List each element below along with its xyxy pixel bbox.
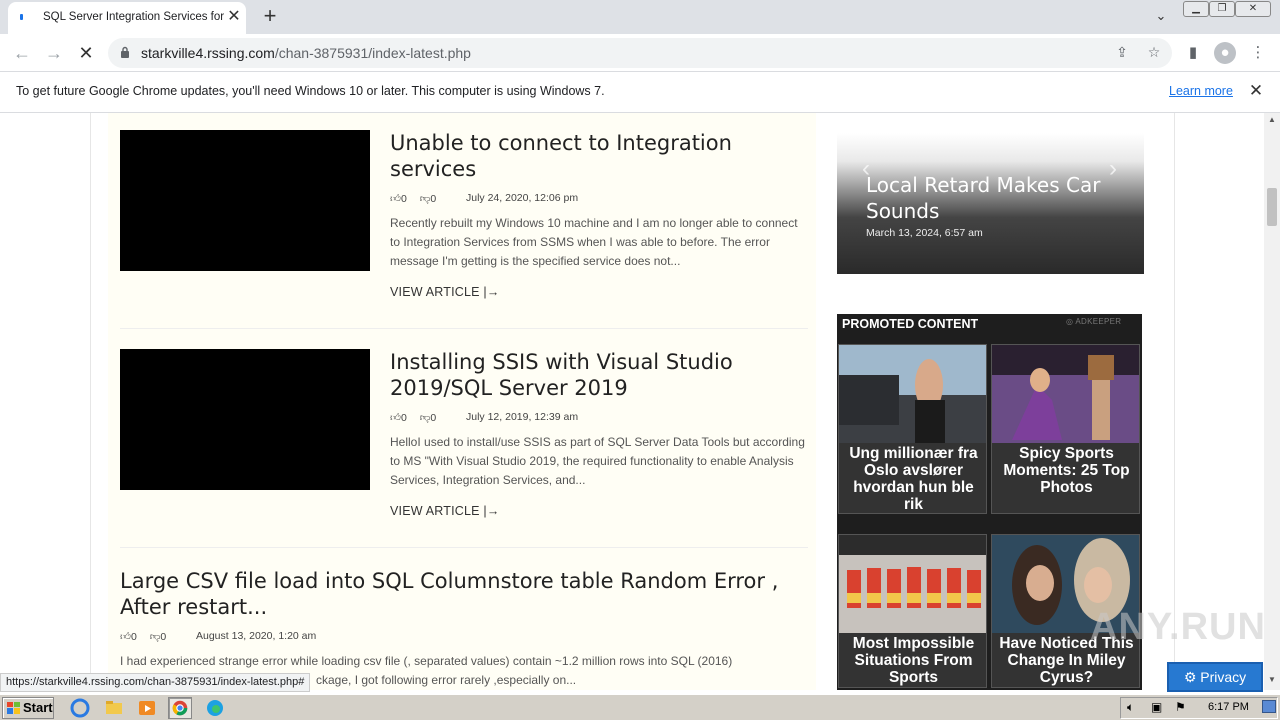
chrome-icon[interactable] <box>168 697 192 719</box>
view-article-link[interactable]: VIEW ARTICLE |→ <box>390 504 500 518</box>
stop-loading-icon[interactable]: ✕ <box>74 41 98 65</box>
minimize-button[interactable]: ▁ <box>1183 1 1209 17</box>
promo-card[interactable]: Most Impossible Situations From Sports <box>838 534 987 688</box>
adkeeper-logo[interactable]: ◎ ADKEEPER <box>1066 317 1121 326</box>
network-icon[interactable]: ▣ <box>1151 700 1162 714</box>
tab-strip: SQL Server Integration Services for ✕ + … <box>0 0 1280 34</box>
promo-card-image <box>839 345 986 443</box>
article-title[interactable]: Large CSV file load into SQL Columnstore… <box>120 568 800 620</box>
page-scrollbar[interactable]: ▲ ▼ <box>1264 113 1280 690</box>
forward-icon[interactable]: → <box>42 41 66 65</box>
url-text[interactable]: starkville4.rssing.com/chan-3875931/inde… <box>141 45 471 61</box>
file-explorer-icon[interactable] <box>102 697 126 719</box>
windows-logo-icon <box>7 702 20 714</box>
show-desktop-icon[interactable] <box>1262 700 1276 713</box>
windows-taskbar: Start 🔈︎ ▣ ⚑ 6:17 PM <box>0 694 1280 720</box>
action-center-flag-icon[interactable]: ⚑ <box>1175 700 1186 714</box>
status-bubble: https://starkville4.rssing.com/chan-3875… <box>0 673 311 692</box>
internet-explorer-icon[interactable] <box>68 697 92 719</box>
divider <box>120 328 808 329</box>
close-infobar-icon[interactable]: ✕ <box>1247 81 1265 101</box>
article-title[interactable]: Installing SSIS with Visual Studio 2019/… <box>390 349 790 401</box>
article-meta: 👍︎0 👎︎0 July 12, 2019, 12:39 am <box>390 411 690 425</box>
update-infobar: To get future Google Chrome updates, you… <box>0 72 1280 113</box>
article-date: July 24, 2020, 12:06 pm <box>466 192 579 204</box>
close-tab-icon[interactable]: ✕ <box>225 8 243 26</box>
divider <box>120 547 808 548</box>
promo-card-image <box>992 345 1139 443</box>
profile-avatar-icon[interactable]: ● <box>1214 42 1236 64</box>
slider-date: March 13, 2024, 6:57 am <box>866 227 983 239</box>
promo-card-caption: Ung millionær fra Oslo avslører hvordan … <box>849 445 978 513</box>
restore-button[interactable]: ❐ <box>1209 1 1235 17</box>
article-thumbnail[interactable] <box>120 349 370 490</box>
article-title[interactable]: Unable to connect to Integration service… <box>390 130 790 182</box>
new-tab-button[interactable]: + <box>258 4 282 28</box>
back-icon[interactable]: ← <box>10 41 34 65</box>
promo-card-caption: Most Impossible Situations From Sports <box>852 635 975 686</box>
browser-toolbar: ← → ✕ starkville4.rssing.com/chan-387593… <box>0 34 1280 72</box>
address-bar[interactable]: starkville4.rssing.com/chan-3875931/inde… <box>108 38 1172 68</box>
view-article-link[interactable]: VIEW ARTICLE |→ <box>390 285 500 299</box>
thumbs-up-icon[interactable]: 👍︎0 <box>390 192 407 205</box>
featured-slider[interactable]: ‹ › Local Retard Makes Car Sounds March … <box>837 133 1144 274</box>
slider-title[interactable]: Local Retard Makes Car Sounds <box>866 172 1126 224</box>
promo-heading: PROMOTED CONTENT <box>842 317 979 331</box>
thumbs-up-icon[interactable]: 👍︎0 <box>390 411 407 424</box>
learn-more-link[interactable]: Learn more <box>1169 84 1233 98</box>
thumbs-up-icon[interactable]: 👍︎0 <box>120 630 137 643</box>
article-excerpt: HelloI used to install/use SSIS as part … <box>390 435 805 487</box>
side-panel-icon[interactable]: ▮ <box>1182 42 1204 64</box>
article-date: July 12, 2019, 12:39 am <box>466 411 579 423</box>
thumbs-down-icon[interactable]: 👎︎0 <box>150 630 167 643</box>
promo-card[interactable]: Spicy Sports Moments: 25 Top Photos <box>991 344 1140 514</box>
favicon-icon <box>20 14 23 20</box>
bookmark-star-icon[interactable]: ☆ <box>1145 44 1163 62</box>
tab-search-icon[interactable]: ⌄ <box>1151 8 1171 26</box>
edge-icon[interactable] <box>203 697 227 719</box>
scroll-up-icon[interactable]: ▲ <box>1264 115 1280 129</box>
article-meta: 👍︎0 👎︎0 August 13, 2020, 1:20 am <box>120 630 420 644</box>
media-player-icon[interactable] <box>135 697 159 719</box>
privacy-button[interactable]: ⚙ Privacy <box>1167 662 1263 692</box>
promo-card[interactable]: Ung millionær fra Oslo avslører hvordan … <box>838 344 987 514</box>
thumbs-down-icon[interactable]: 👎︎0 <box>420 411 437 424</box>
article-card: Unable to connect to Integration service… <box>120 130 810 330</box>
promo-card-caption: Spicy Sports Moments: 25 Top Photos <box>1003 445 1130 496</box>
system-tray: 🔈︎ ▣ ⚑ <box>1120 697 1278 719</box>
article-date: August 13, 2020, 1:20 am <box>196 630 317 642</box>
page-content: Unable to connect to Integration service… <box>0 113 1264 690</box>
scrollbar-thumb[interactable] <box>1267 188 1277 226</box>
volume-icon[interactable]: 🔈︎ <box>1127 700 1134 715</box>
share-icon[interactable]: ⇪ <box>1113 44 1131 62</box>
menu-kebab-icon[interactable]: ⋮ <box>1247 42 1269 64</box>
browser-tab[interactable]: SQL Server Integration Services for ✕ <box>8 2 246 34</box>
lock-icon[interactable] <box>120 46 130 58</box>
article-card: Installing SSIS with Visual Studio 2019/… <box>120 349 810 549</box>
infobar-message: To get future Google Chrome updates, you… <box>16 84 605 98</box>
close-window-button[interactable]: ✕ <box>1235 1 1271 17</box>
scroll-down-icon[interactable]: ▼ <box>1264 675 1280 689</box>
promo-card-image <box>839 535 986 633</box>
start-button[interactable]: Start <box>2 697 54 719</box>
article-card: Large CSV file load into SQL Columnstore… <box>120 568 810 690</box>
article-meta: 👍︎0 👎︎0 July 24, 2020, 12:06 pm <box>390 192 690 206</box>
article-thumbnail[interactable] <box>120 130 370 271</box>
anyrun-watermark: ANY.RUN <box>1090 606 1266 648</box>
taskbar-clock[interactable]: 6:17 PM <box>1208 701 1249 713</box>
tab-title: SQL Server Integration Services for <box>43 11 225 23</box>
thumbs-down-icon[interactable]: 👎︎0 <box>420 192 437 205</box>
article-excerpt: Recently rebuilt my Windows 10 machine a… <box>390 216 798 268</box>
